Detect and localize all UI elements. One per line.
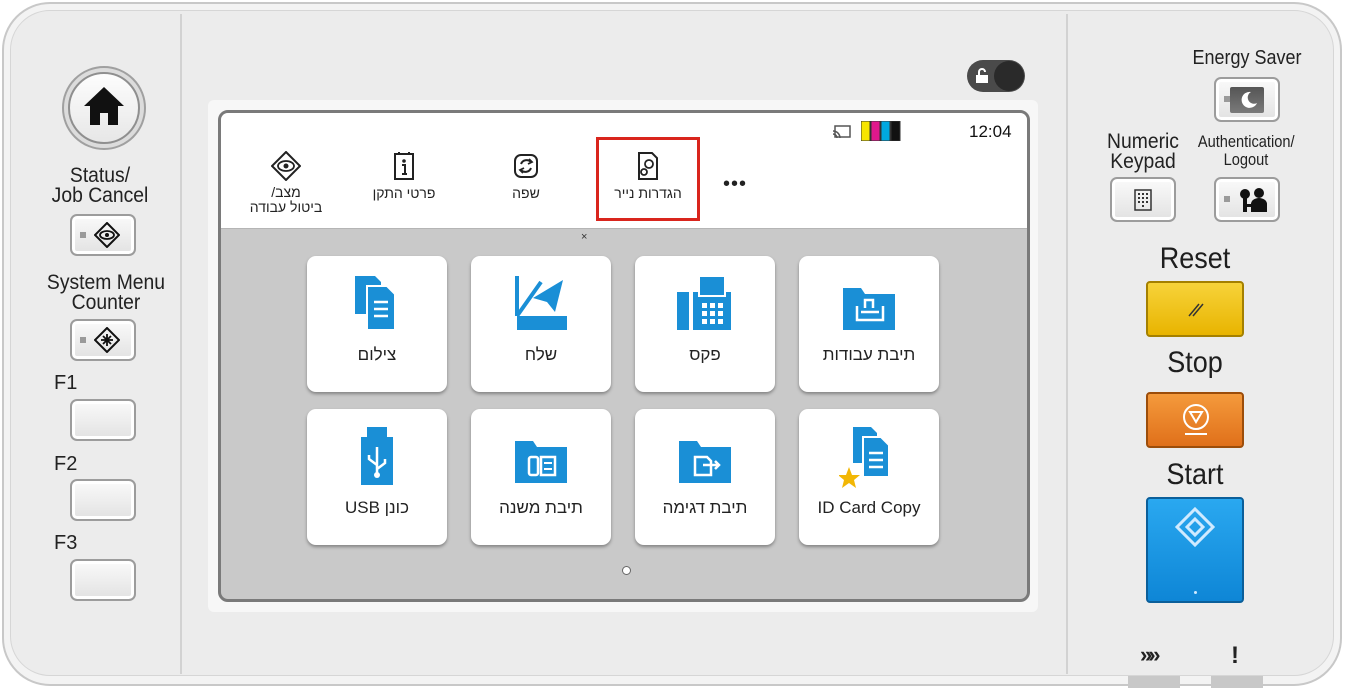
reset-slash-icon [1188, 303, 1204, 317]
start-led [1194, 591, 1197, 594]
polling-box-tile[interactable]: תיבת דגימה [635, 409, 775, 545]
screen-lock-toggle[interactable] [967, 60, 1025, 92]
home-button[interactable] [68, 72, 140, 144]
energy-saver-button[interactable] [1214, 77, 1280, 122]
copy-tile[interactable]: צילום [307, 256, 447, 392]
more-shortcuts-button[interactable]: ••• [723, 173, 747, 196]
device-info-shortcut[interactable]: פרטי התקן [349, 151, 459, 227]
sub-address-box-label: תיבת משנה [499, 498, 583, 517]
touch-screen: 12:04 מצב/ ביטול עבודה פרטי התקן שפה הגד… [218, 110, 1030, 602]
start-diamond-icon [1175, 507, 1215, 547]
authentication-led [1224, 196, 1230, 202]
processing-lamp [1128, 676, 1180, 688]
user-key-icon [1240, 188, 1267, 212]
reset-label: Reset [1159, 242, 1231, 275]
sub-address-box-icon [515, 441, 567, 483]
authentication-logout-button[interactable] [1214, 177, 1280, 222]
processing-indicator: »» [1140, 642, 1161, 667]
numeric-keypad-label: Numeric Keypad [1107, 130, 1179, 173]
keypad-icon [1134, 189, 1152, 211]
lock-icon [976, 68, 988, 83]
collapse-mark[interactable]: × [581, 231, 587, 243]
system-menu-counter-label: System Menu Counter [46, 271, 166, 314]
job-box-label: תיבת עבודות [822, 345, 916, 364]
status-led [80, 232, 86, 238]
system-menu-led [80, 337, 86, 343]
attention-indicator: ! [1231, 642, 1239, 669]
fax-label: פקס [689, 345, 721, 364]
f2-label: F2 [54, 453, 78, 475]
status-job-cancel-label: Status/ Job Cancel [51, 164, 149, 207]
clock: 12:04 [969, 122, 1012, 141]
status-job-cancel-shortcut[interactable]: מצב/ ביטול עבודה [231, 151, 341, 227]
f3-button[interactable] [70, 559, 136, 601]
device-info-icon [394, 152, 414, 180]
numeric-keypad-button[interactable] [1110, 177, 1176, 222]
id-card-copy-label: ID Card Copy [817, 498, 921, 517]
fax-icon [677, 275, 731, 330]
start-label: Start [1166, 458, 1224, 491]
moon-icon [1241, 91, 1257, 108]
device-info-label: פרטי התקן [372, 185, 436, 201]
toggle-knob [994, 61, 1024, 91]
language-shortcut[interactable]: שפה [471, 151, 581, 227]
f1-button[interactable] [70, 399, 136, 441]
f1-label: F1 [54, 372, 78, 394]
status-job-cancel-button[interactable] [70, 214, 136, 256]
system-menu-counter-button[interactable] [70, 319, 136, 361]
send-tile[interactable]: שלח [471, 256, 611, 392]
stop-button[interactable] [1146, 392, 1244, 448]
eye-diamond-icon [94, 222, 120, 248]
id-card-copy-icon [839, 427, 890, 488]
highlight-box [596, 137, 700, 221]
f3-label: F3 [54, 532, 78, 554]
page-indicator-dot [622, 566, 631, 575]
send-label: שלח [524, 345, 558, 364]
language-label: שפה [512, 185, 540, 201]
home-icon [84, 87, 124, 125]
settings-diamond-icon [94, 327, 120, 353]
usb-drive-tile[interactable]: כונן USB [307, 409, 447, 545]
stop-label: Stop [1167, 346, 1223, 379]
send-icon [515, 276, 567, 330]
usb-icon [361, 427, 393, 485]
energy-saver-label: Energy Saver [1192, 47, 1302, 69]
stop-icon [1183, 404, 1209, 435]
polling-box-label: תיבת דגימה [662, 498, 748, 517]
start-button[interactable] [1146, 497, 1244, 603]
language-icon [514, 154, 538, 178]
polling-box-icon [679, 441, 731, 483]
job-box-tile[interactable]: תיבת עבודות [799, 256, 939, 392]
copy-label: צילום [357, 345, 397, 364]
job-box-icon [843, 288, 895, 330]
id-card-copy-tile[interactable]: ID Card Copy [799, 409, 939, 545]
attention-lamp [1211, 676, 1263, 688]
status-job-cancel-shortcut-label: מצב/ ביטול עבודה [249, 184, 323, 215]
copy-icon [355, 276, 396, 331]
reset-button[interactable] [1146, 281, 1244, 337]
sub-address-box-tile[interactable]: תיבת משנה [471, 409, 611, 545]
f2-button[interactable] [70, 479, 136, 521]
usb-drive-label: כונן USB [344, 498, 410, 517]
authentication-logout-label: Authentication/ Logout [1197, 132, 1295, 169]
fax-tile[interactable]: פקס [635, 256, 775, 392]
toner-level-icon [861, 121, 901, 141]
eye-diamond-icon [271, 151, 301, 181]
cast-icon [833, 125, 851, 139]
